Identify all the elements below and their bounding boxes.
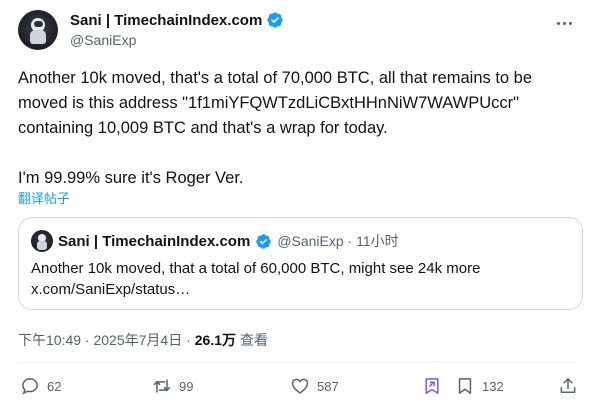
quoted-tweet[interactable]: Sani | TimechainIndex.com @SaniExp · 11小… (18, 217, 583, 310)
share-icon (560, 378, 576, 393)
author-handle[interactable]: @SaniExp (70, 32, 136, 48)
grok-button[interactable] (422, 376, 442, 396)
avatar[interactable] (18, 10, 58, 50)
author-name-line: Sani | TimechainIndex.com (70, 11, 284, 29)
action-bar: 62 99 587 132 (18, 376, 579, 402)
like-count: 587 (317, 378, 339, 394)
quoted-handle-time: @SaniExp · 11小时 (277, 233, 399, 249)
bookmark-icon (458, 378, 472, 394)
like-icon (291, 378, 309, 394)
quoted-text: Another 10k moved, that a total of 60,00… (31, 260, 481, 298)
reply-icon (22, 378, 38, 395)
repost-icon (153, 379, 171, 393)
verified-icon (267, 12, 283, 28)
reply-button[interactable]: 62 (20, 376, 61, 396)
bookmark-button[interactable]: 132 (455, 376, 504, 396)
author-display-name[interactable]: Sani | TimechainIndex.com (70, 12, 262, 29)
translate-link[interactable]: 翻译帖子 (18, 188, 70, 207)
divider (18, 362, 581, 363)
reply-count: 62 (47, 378, 62, 394)
tweet-text: Another 10k moved, that's a total of 70,… (18, 69, 533, 187)
quoted-avatar (31, 230, 53, 252)
repost-button[interactable]: 99 (152, 376, 193, 396)
views-label: 查看 (240, 332, 268, 348)
share-button[interactable] (558, 376, 578, 396)
verified-icon (256, 233, 272, 249)
tweet-header: Sani | TimechainIndex.com @SaniExp (18, 10, 579, 54)
quoted-display-name: Sani | TimechainIndex.com (58, 232, 251, 250)
timestamp[interactable]: 下午10:49 · 2025年7月4日 · (18, 330, 191, 350)
like-button[interactable]: 587 (290, 376, 339, 396)
repost-count: 99 (179, 378, 194, 394)
more-icon[interactable] (553, 13, 575, 33)
bookmark-count: 132 (482, 378, 504, 394)
astronaut-visor-icon (34, 21, 43, 27)
astronaut-body-icon (30, 30, 46, 44)
tweet-meta: 下午10:49 · 2025年7月4日 · 26.1万 查看 (18, 330, 268, 350)
view-count: 26.1万 (194, 332, 236, 348)
quoted-tweet-header: Sani | TimechainIndex.com @SaniExp · 11小… (31, 230, 399, 252)
grok-icon (425, 378, 439, 394)
